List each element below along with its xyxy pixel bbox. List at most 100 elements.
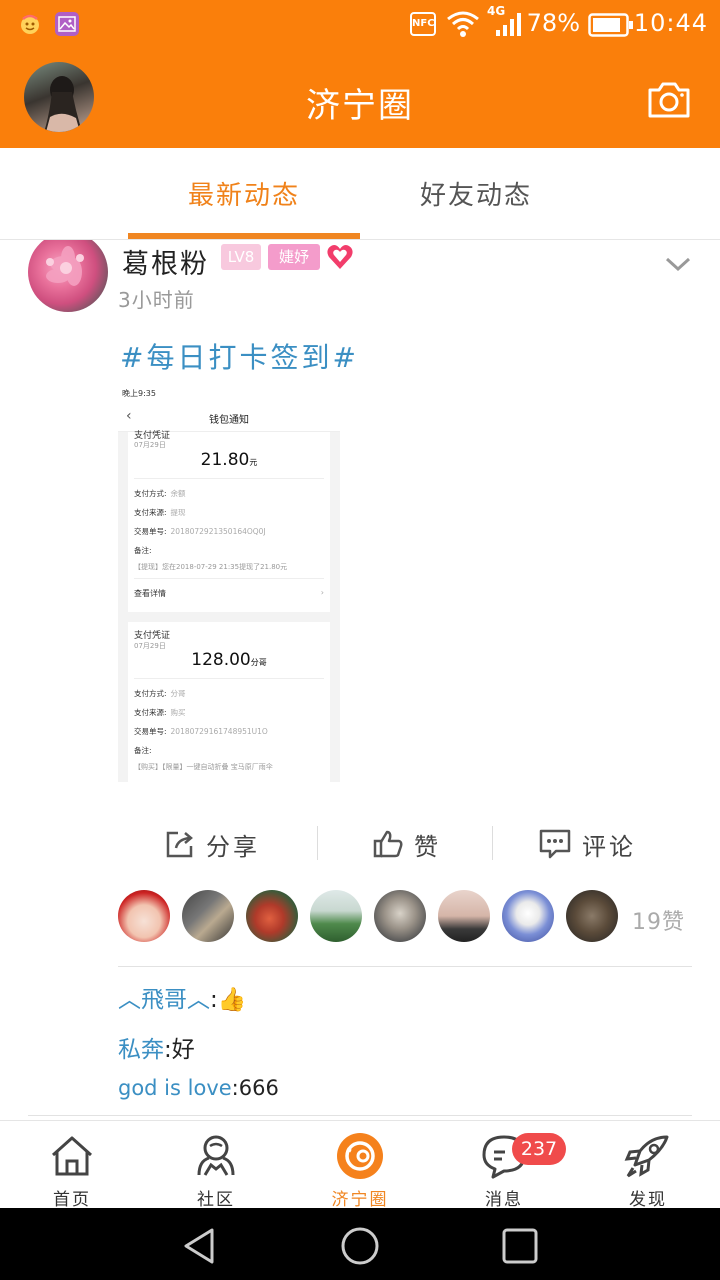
image-status-bar: 晚上9:35: [118, 382, 340, 404]
feed-tabs: 最新动态 好友动态: [0, 148, 720, 240]
card-divider: [134, 578, 324, 579]
card-note: 【提现】您在2018-07-29 21:35提现了21.80元: [134, 563, 288, 571]
thumbs-up-icon: [373, 830, 403, 858]
comment-item[interactable]: 私奔:好: [118, 1030, 195, 1064]
clock: 10:44: [633, 9, 708, 37]
nav-community[interactable]: 社区: [144, 1121, 288, 1210]
page-title: 济宁圈: [306, 86, 414, 126]
nav-home[interactable]: 首页: [0, 1121, 144, 1210]
card-detail-link: 查看详情: [134, 589, 166, 598]
card-row: 支付方式: 分哥: [134, 689, 186, 698]
action-divider: [317, 826, 318, 860]
liker-avatar[interactable]: [118, 890, 170, 942]
liker-avatar[interactable]: [374, 890, 426, 942]
amount-unit: 元: [249, 458, 258, 467]
nav-community-label: 社区: [197, 1190, 235, 1210]
card-date: 07月29日: [134, 441, 166, 449]
bottom-nav: 首页 社区 济宁圈 消息 237 发现: [0, 1120, 720, 1210]
comment-button[interactable]: 评论: [538, 818, 636, 870]
share-button[interactable]: 分享: [164, 818, 260, 870]
unread-badge: 237: [512, 1133, 566, 1165]
card-row: 支付来源: 提现: [134, 508, 186, 517]
card-row: 交易单号: 2018072921350164OQ0J: [134, 527, 266, 536]
comment-item[interactable]: god is love:666: [118, 1076, 279, 1100]
heart-icon: [326, 244, 354, 270]
nav-circle-label: 济宁圈: [331, 1190, 389, 1210]
nav-discover[interactable]: 发现: [576, 1121, 720, 1210]
chevron-right-icon: ›: [320, 588, 324, 597]
rocket-icon: [624, 1135, 669, 1178]
card-row: 支付方式: 余额: [134, 489, 186, 498]
active-tab-indicator: [128, 233, 360, 239]
level-badge: LV8: [221, 244, 261, 270]
liker-avatar[interactable]: [566, 890, 618, 942]
like-button[interactable]: 赞: [372, 818, 441, 870]
like-label: 赞: [414, 832, 441, 861]
app-bar: 济宁圈: [0, 50, 720, 148]
card-amount: 128.00分哥: [128, 650, 330, 670]
likes-count[interactable]: 19赞: [632, 904, 685, 936]
comment-separator: :: [231, 1076, 239, 1100]
home-circle-icon[interactable]: [340, 1226, 380, 1266]
circle-icon: [337, 1133, 383, 1179]
card-divider: [134, 678, 324, 679]
card-row: 备注:: [134, 546, 152, 555]
home-icon: [51, 1136, 93, 1176]
amount-value: 128.00: [191, 650, 251, 670]
comment-label: 评论: [582, 832, 636, 861]
tab-friends[interactable]: 好友动态: [360, 148, 592, 240]
amount-unit: 分哥: [250, 658, 267, 667]
hashtag-link[interactable]: #每日打卡签到#: [120, 336, 359, 376]
card-note: 【购买】【限量】一键自动折叠 宝马原厂雨伞: [134, 763, 273, 771]
recents-icon[interactable]: [500, 1226, 540, 1266]
card-divider: [134, 478, 324, 479]
card-amount: 21.80元: [128, 450, 330, 470]
post-divider: [28, 1115, 692, 1116]
comment-item[interactable]: ︿飛哥︿:👍: [118, 980, 246, 1014]
comment-user[interactable]: 私奔: [118, 1037, 164, 1063]
battery-icon: [588, 13, 634, 41]
share-label: 分享: [206, 832, 260, 861]
likers-row: 19赞: [118, 890, 708, 944]
signal-icon: [494, 12, 524, 42]
card-row: 支付来源: 购买: [134, 708, 186, 717]
back-icon[interactable]: [180, 1226, 220, 1266]
card-row: 备注:: [134, 746, 152, 755]
gallery-notification-icon: [55, 12, 79, 36]
chevron-down-icon[interactable]: [664, 254, 692, 274]
comment-user[interactable]: ︿飛哥︿: [118, 987, 210, 1013]
comment-separator: :: [164, 1037, 172, 1063]
tab-latest[interactable]: 最新动态: [128, 148, 360, 240]
liker-avatar[interactable]: [182, 890, 234, 942]
nav-home-label: 首页: [53, 1190, 91, 1210]
camera-icon[interactable]: [646, 76, 692, 122]
card-row: 交易单号: 20180729161748951U1O: [134, 727, 268, 736]
community-icon: [197, 1135, 235, 1176]
nav-discover-label: 发现: [629, 1190, 667, 1210]
title-badge: 婕妤: [268, 244, 320, 270]
card-title: 支付凭证: [134, 631, 171, 641]
action-divider: [492, 826, 493, 860]
liker-avatar[interactable]: [310, 890, 362, 942]
image-header-title: 钱包通知: [209, 415, 249, 426]
feed-post: 葛根粉 LV8 婕妤 3小时前 #每日打卡签到# 晚上9:35 ‹ 钱包通知 支…: [0, 240, 720, 1120]
battery-percent: 78%: [526, 9, 580, 37]
nav-circle[interactable]: 济宁圈: [288, 1121, 432, 1210]
author-name[interactable]: 葛根粉: [122, 242, 209, 281]
author-avatar[interactable]: [28, 240, 108, 312]
comment-text: 👍: [217, 987, 247, 1013]
image-status-time: 晚上9:35: [122, 389, 156, 398]
post-image[interactable]: 晚上9:35 ‹ 钱包通知 支付凭证 07月29日 21.80元 支付方式: 余额…: [118, 382, 340, 782]
nav-messages-label: 消息: [485, 1190, 523, 1210]
comment-icon: [539, 829, 571, 859]
post-actions: 分享 赞 评论: [0, 818, 720, 870]
liker-avatar[interactable]: [438, 890, 490, 942]
comment-text: 好: [171, 1037, 195, 1063]
comment-user[interactable]: god is love: [118, 1076, 232, 1100]
share-icon: [166, 831, 193, 858]
comment-text: 666: [238, 1076, 279, 1100]
liker-avatar[interactable]: [502, 890, 554, 942]
app-notification-icon: [18, 12, 42, 36]
payment-card: 支付凭证 07月29日 21.80元 支付方式: 余额 支付来源: 提现 交易单号:…: [128, 431, 330, 612]
liker-avatar[interactable]: [246, 890, 298, 942]
